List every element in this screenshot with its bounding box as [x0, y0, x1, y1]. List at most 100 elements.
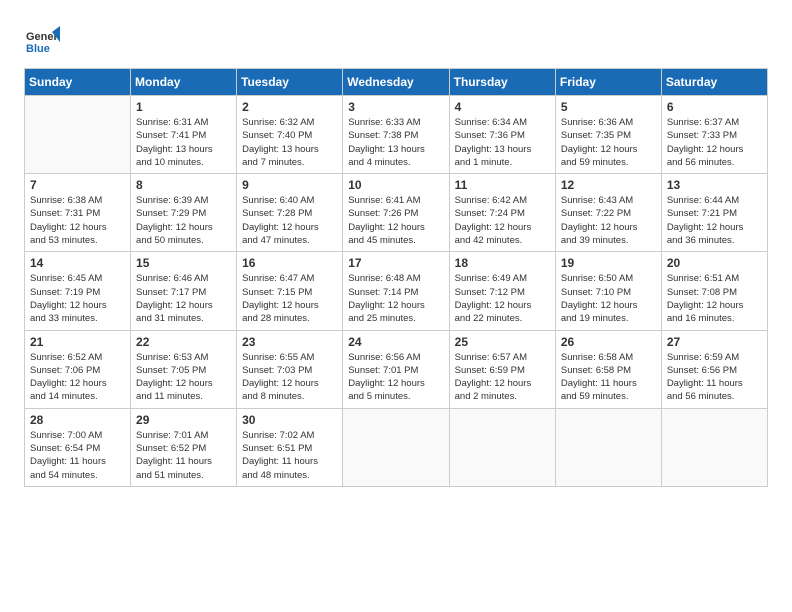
- day-info: Sunrise: 6:38 AM Sunset: 7:31 PM Dayligh…: [30, 194, 125, 247]
- calendar-day-cell: [25, 96, 131, 174]
- weekday-header-cell: Sunday: [25, 69, 131, 96]
- weekday-header-cell: Thursday: [449, 69, 555, 96]
- day-number: 20: [667, 256, 762, 270]
- day-number: 25: [455, 335, 550, 349]
- day-number: 3: [348, 100, 443, 114]
- calendar-week-row: 1 Sunrise: 6:31 AM Sunset: 7:41 PM Daylig…: [25, 96, 768, 174]
- calendar-week-row: 28 Sunrise: 7:00 AM Sunset: 6:54 PM Dayli…: [25, 408, 768, 486]
- day-info: Sunrise: 6:40 AM Sunset: 7:28 PM Dayligh…: [242, 194, 337, 247]
- weekday-header-cell: Saturday: [661, 69, 767, 96]
- calendar-day-cell: 1 Sunrise: 6:31 AM Sunset: 7:41 PM Daylig…: [131, 96, 237, 174]
- calendar-day-cell: 21 Sunrise: 6:52 AM Sunset: 7:06 PM Dayli…: [25, 330, 131, 408]
- calendar-table: SundayMondayTuesdayWednesdayThursdayFrid…: [24, 68, 768, 487]
- weekday-header-cell: Wednesday: [343, 69, 449, 96]
- calendar-body: 1 Sunrise: 6:31 AM Sunset: 7:41 PM Daylig…: [25, 96, 768, 487]
- weekday-header-cell: Monday: [131, 69, 237, 96]
- day-info: Sunrise: 6:43 AM Sunset: 7:22 PM Dayligh…: [561, 194, 656, 247]
- day-info: Sunrise: 6:46 AM Sunset: 7:17 PM Dayligh…: [136, 272, 231, 325]
- day-number: 9: [242, 178, 337, 192]
- calendar-day-cell: 9 Sunrise: 6:40 AM Sunset: 7:28 PM Daylig…: [237, 174, 343, 252]
- calendar-day-cell: 5 Sunrise: 6:36 AM Sunset: 7:35 PM Daylig…: [555, 96, 661, 174]
- calendar-day-cell: 8 Sunrise: 6:39 AM Sunset: 7:29 PM Daylig…: [131, 174, 237, 252]
- day-info: Sunrise: 6:56 AM Sunset: 7:01 PM Dayligh…: [348, 351, 443, 404]
- calendar-day-cell: 23 Sunrise: 6:55 AM Sunset: 7:03 PM Dayli…: [237, 330, 343, 408]
- day-number: 29: [136, 413, 231, 427]
- calendar-week-row: 21 Sunrise: 6:52 AM Sunset: 7:06 PM Dayli…: [25, 330, 768, 408]
- day-number: 28: [30, 413, 125, 427]
- calendar-day-cell: [449, 408, 555, 486]
- calendar-day-cell: 11 Sunrise: 6:42 AM Sunset: 7:24 PM Dayli…: [449, 174, 555, 252]
- day-info: Sunrise: 6:31 AM Sunset: 7:41 PM Dayligh…: [136, 116, 231, 169]
- day-info: Sunrise: 6:58 AM Sunset: 6:58 PM Dayligh…: [561, 351, 656, 404]
- day-number: 22: [136, 335, 231, 349]
- calendar-day-cell: 20 Sunrise: 6:51 AM Sunset: 7:08 PM Dayli…: [661, 252, 767, 330]
- day-info: Sunrise: 6:34 AM Sunset: 7:36 PM Dayligh…: [455, 116, 550, 169]
- calendar-day-cell: 13Sunrise: 6:44 AM Sunset: 7:21 PM Dayli…: [661, 174, 767, 252]
- svg-text:Blue: Blue: [26, 43, 50, 55]
- day-number: 10: [348, 178, 443, 192]
- day-info: Sunrise: 6:45 AM Sunset: 7:19 PM Dayligh…: [30, 272, 125, 325]
- calendar-day-cell: 17Sunrise: 6:48 AM Sunset: 7:14 PM Dayli…: [343, 252, 449, 330]
- day-info: Sunrise: 6:39 AM Sunset: 7:29 PM Dayligh…: [136, 194, 231, 247]
- calendar-day-cell: 3Sunrise: 6:33 AM Sunset: 7:38 PM Daylig…: [343, 96, 449, 174]
- calendar-day-cell: 2 Sunrise: 6:32 AM Sunset: 7:40 PM Daylig…: [237, 96, 343, 174]
- day-number: 16: [242, 256, 337, 270]
- day-info: Sunrise: 7:00 AM Sunset: 6:54 PM Dayligh…: [30, 429, 125, 482]
- day-number: 23: [242, 335, 337, 349]
- calendar-day-cell: [661, 408, 767, 486]
- calendar-day-cell: 30 Sunrise: 7:02 AM Sunset: 6:51 PM Dayli…: [237, 408, 343, 486]
- calendar-week-row: 14 Sunrise: 6:45 AM Sunset: 7:19 PM Dayli…: [25, 252, 768, 330]
- day-info: Sunrise: 6:37 AM Sunset: 7:33 PM Dayligh…: [667, 116, 762, 169]
- day-number: 18: [455, 256, 550, 270]
- calendar-day-cell: 12Sunrise: 6:43 AM Sunset: 7:22 PM Dayli…: [555, 174, 661, 252]
- day-number: 2: [242, 100, 337, 114]
- day-number: 30: [242, 413, 337, 427]
- day-info: Sunrise: 6:55 AM Sunset: 7:03 PM Dayligh…: [242, 351, 337, 404]
- day-number: 21: [30, 335, 125, 349]
- calendar-week-row: 7Sunrise: 6:38 AM Sunset: 7:31 PM Daylig…: [25, 174, 768, 252]
- day-number: 11: [455, 178, 550, 192]
- calendar-day-cell: 16 Sunrise: 6:47 AM Sunset: 7:15 PM Dayli…: [237, 252, 343, 330]
- day-number: 24: [348, 335, 443, 349]
- day-info: Sunrise: 6:47 AM Sunset: 7:15 PM Dayligh…: [242, 272, 337, 325]
- day-number: 5: [561, 100, 656, 114]
- day-number: 26: [561, 335, 656, 349]
- calendar-day-cell: 18 Sunrise: 6:49 AM Sunset: 7:12 PM Dayli…: [449, 252, 555, 330]
- day-info: Sunrise: 6:49 AM Sunset: 7:12 PM Dayligh…: [455, 272, 550, 325]
- calendar-day-cell: 27 Sunrise: 6:59 AM Sunset: 6:56 PM Dayli…: [661, 330, 767, 408]
- day-number: 8: [136, 178, 231, 192]
- day-number: 6: [667, 100, 762, 114]
- day-number: 15: [136, 256, 231, 270]
- day-number: 14: [30, 256, 125, 270]
- day-info: Sunrise: 6:41 AM Sunset: 7:26 PM Dayligh…: [348, 194, 443, 247]
- calendar-day-cell: 28 Sunrise: 7:00 AM Sunset: 6:54 PM Dayli…: [25, 408, 131, 486]
- day-number: 1: [136, 100, 231, 114]
- calendar-day-cell: 10 Sunrise: 6:41 AM Sunset: 7:26 PM Dayli…: [343, 174, 449, 252]
- calendar-day-cell: 19 Sunrise: 6:50 AM Sunset: 7:10 PM Dayli…: [555, 252, 661, 330]
- weekday-header-cell: Tuesday: [237, 69, 343, 96]
- day-info: Sunrise: 6:52 AM Sunset: 7:06 PM Dayligh…: [30, 351, 125, 404]
- day-info: Sunrise: 6:57 AM Sunset: 6:59 PM Dayligh…: [455, 351, 550, 404]
- calendar-day-cell: 6 Sunrise: 6:37 AM Sunset: 7:33 PM Daylig…: [661, 96, 767, 174]
- weekday-header-row: SundayMondayTuesdayWednesdayThursdayFrid…: [25, 69, 768, 96]
- calendar-day-cell: 29 Sunrise: 7:01 AM Sunset: 6:52 PM Dayli…: [131, 408, 237, 486]
- day-info: Sunrise: 7:02 AM Sunset: 6:51 PM Dayligh…: [242, 429, 337, 482]
- day-number: 27: [667, 335, 762, 349]
- calendar-day-cell: 22 Sunrise: 6:53 AM Sunset: 7:05 PM Dayli…: [131, 330, 237, 408]
- calendar-day-cell: 14 Sunrise: 6:45 AM Sunset: 7:19 PM Dayli…: [25, 252, 131, 330]
- weekday-header-cell: Friday: [555, 69, 661, 96]
- day-info: Sunrise: 6:53 AM Sunset: 7:05 PM Dayligh…: [136, 351, 231, 404]
- day-info: Sunrise: 7:01 AM Sunset: 6:52 PM Dayligh…: [136, 429, 231, 482]
- day-info: Sunrise: 6:59 AM Sunset: 6:56 PM Dayligh…: [667, 351, 762, 404]
- day-info: Sunrise: 6:50 AM Sunset: 7:10 PM Dayligh…: [561, 272, 656, 325]
- day-info: Sunrise: 6:32 AM Sunset: 7:40 PM Dayligh…: [242, 116, 337, 169]
- day-number: 19: [561, 256, 656, 270]
- day-number: 17: [348, 256, 443, 270]
- day-number: 4: [455, 100, 550, 114]
- calendar-day-cell: [343, 408, 449, 486]
- logo: General Blue: [24, 24, 64, 60]
- day-info: Sunrise: 6:42 AM Sunset: 7:24 PM Dayligh…: [455, 194, 550, 247]
- day-info: Sunrise: 6:36 AM Sunset: 7:35 PM Dayligh…: [561, 116, 656, 169]
- logo-icon: General Blue: [24, 24, 60, 60]
- day-info: Sunrise: 6:51 AM Sunset: 7:08 PM Dayligh…: [667, 272, 762, 325]
